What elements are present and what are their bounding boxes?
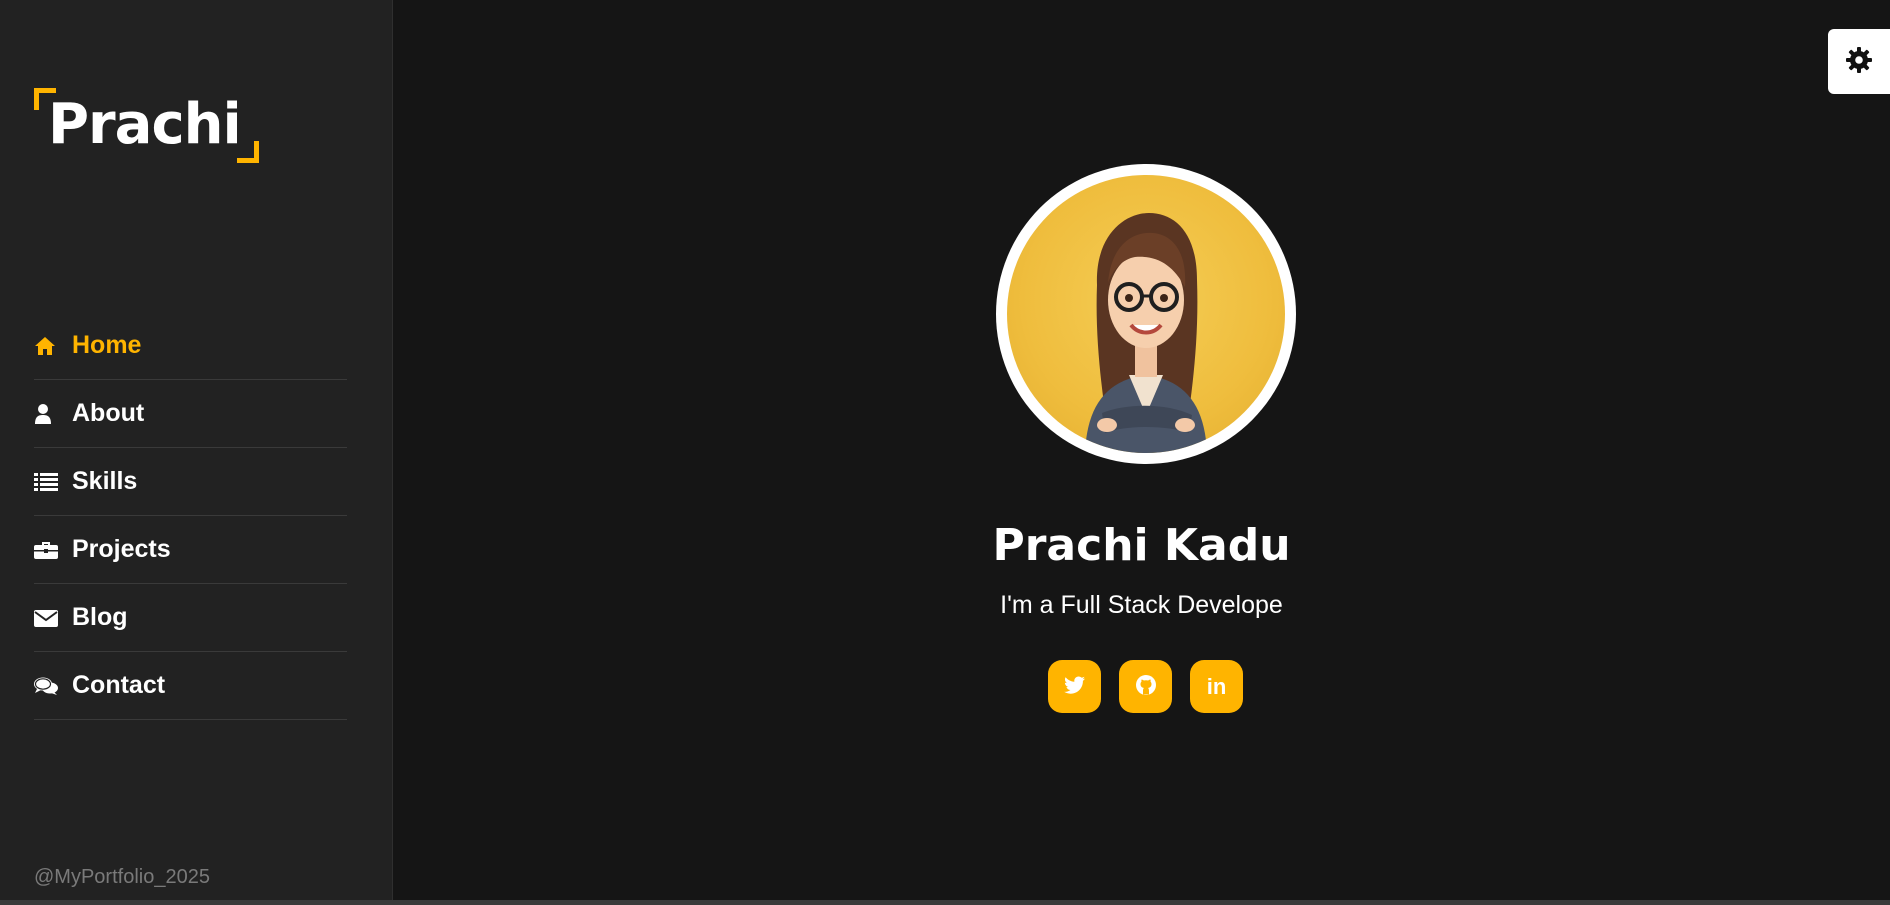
sidebar-item-label: Blog (72, 603, 128, 631)
bottom-scrollbar (0, 900, 1890, 905)
envelope-icon (34, 607, 58, 629)
sidebar-item-label: Home (72, 331, 142, 359)
app-frame: Prachi Home About Skills Projects Blog C… (0, 0, 1890, 905)
user-icon (34, 403, 58, 425)
briefcase-icon (34, 539, 58, 561)
avatar (1007, 175, 1285, 453)
sidebar-item-label: Skills (72, 467, 138, 495)
comments-icon (34, 675, 58, 697)
sidebar-item-home[interactable]: Home (34, 312, 347, 380)
twitter-button[interactable] (1048, 660, 1101, 713)
sidebar-item-label: About (72, 399, 145, 427)
github-icon (1135, 674, 1157, 700)
hero-section: Prachi Kadu I'm a Full Stack Develope in (393, 0, 1890, 900)
avatar-portrait (1085, 213, 1207, 453)
logo-corner-bottom-right (237, 141, 259, 163)
linkedin-button[interactable]: in (1190, 660, 1243, 713)
sidebar-item-contact[interactable]: Contact (34, 652, 347, 720)
hero-tagline: I'm a Full Stack Develope (1000, 591, 1283, 619)
sidebar-item-about[interactable]: About (34, 380, 347, 448)
sidebar-item-blog[interactable]: Blog (34, 584, 347, 652)
list-icon (34, 471, 58, 493)
sidebar-item-projects[interactable]: Projects (34, 516, 347, 584)
github-button[interactable] (1119, 660, 1172, 713)
logo-text: Prachi (48, 92, 242, 157)
social-links: in (1048, 660, 1243, 713)
gear-icon (1845, 46, 1873, 78)
logo[interactable]: Prachi (34, 88, 259, 163)
avatar-frame (996, 164, 1296, 464)
linkedin-icon: in (1206, 673, 1227, 699)
footer-copyright: @MyPortfolio_2025 (34, 866, 210, 888)
sidebar: Prachi Home About Skills Projects Blog C… (0, 0, 393, 900)
sidebar-item-label: Projects (72, 535, 171, 563)
home-icon (34, 335, 58, 357)
sidebar-item-label: Contact (72, 671, 166, 699)
hero-name: Prachi Kadu (992, 520, 1291, 571)
sidebar-nav: Home About Skills Projects Blog Contact (34, 312, 347, 720)
settings-button[interactable] (1828, 29, 1890, 94)
twitter-icon (1063, 676, 1086, 698)
sidebar-item-skills[interactable]: Skills (34, 448, 347, 516)
